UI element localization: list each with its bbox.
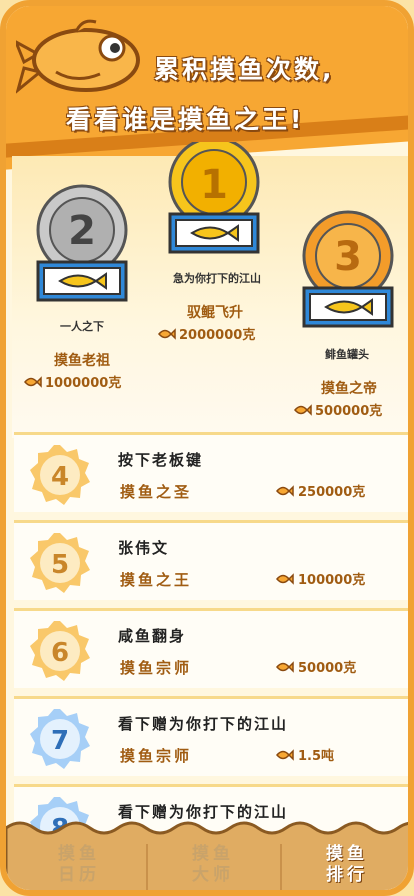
rank-badge-icon: 4	[30, 445, 90, 505]
podium-1-name: 急为你打下的江山	[173, 272, 261, 285]
podium-section: 2 1 3 一人之下 摸鱼老祖 1000000克 急为你打下的江山 驭鲲飞升 2…	[12, 142, 408, 438]
podium-2-score: 1000000克	[24, 372, 121, 391]
svg-text:6: 6	[51, 638, 69, 668]
svg-text:3: 3	[334, 234, 362, 280]
fish-icon	[276, 572, 294, 585]
list-item-name: 张伟文	[118, 539, 170, 557]
list-item-score: 50000克	[276, 657, 356, 676]
podium-3-score: 500000克	[294, 400, 382, 419]
fish-icon	[158, 327, 176, 340]
list-item-score-value: 1.5吨	[298, 749, 335, 764]
podium-3-score-value: 500000克	[315, 404, 383, 419]
svg-text:5: 5	[51, 550, 69, 580]
gold-medal-icon: 1	[168, 142, 260, 254]
headline-line1: 累积摸鱼次数,	[154, 55, 335, 84]
podium-2-score-value: 1000000克	[45, 376, 122, 391]
svg-text:1: 1	[200, 162, 228, 208]
fish-icon	[24, 375, 42, 388]
list-item-score-value: 100000克	[298, 573, 366, 588]
list-item-score-value: 250000克	[298, 485, 366, 500]
list-item-score: 1.5吨	[276, 745, 334, 764]
list-item-score-value: 50000克	[298, 661, 357, 676]
list-item-title: 摸鱼之王	[120, 571, 193, 589]
fish-icon	[276, 484, 294, 497]
fish-icon	[276, 748, 294, 761]
podium-3-name: 鲱鱼罐头	[325, 348, 369, 361]
list-item-name: 看下赠为你打下的江山	[118, 715, 289, 733]
nav-divider	[146, 844, 148, 890]
list-item[interactable]: 4 按下老板键 摸鱼之圣 250000克	[14, 432, 408, 512]
rank-badge-icon: 6	[30, 621, 90, 681]
silver-medal-icon: 2	[36, 184, 128, 302]
podium-1-score: 2000000克	[158, 324, 255, 343]
podium-2-name: 一人之下	[60, 320, 104, 333]
list-item[interactable]: 6 咸鱼翻身 摸鱼宗师 50000克	[14, 608, 408, 688]
podium-3-title: 摸鱼之帝	[321, 381, 377, 397]
podium-2-title: 摸鱼老祖	[54, 353, 110, 369]
headline-line2: 看看谁是摸鱼之王!	[66, 105, 305, 134]
list-item-title: 摸鱼宗师	[120, 659, 193, 677]
rank-badge-icon: 7	[30, 709, 90, 769]
list-item-name: 按下老板键	[118, 451, 204, 469]
svg-text:4: 4	[51, 462, 69, 492]
nav-tab-master[interactable]: 摸鱼 大师	[158, 844, 268, 886]
svg-text:7: 7	[51, 726, 69, 756]
nav-divider	[280, 844, 282, 890]
list-item-title: 摸鱼之圣	[120, 483, 193, 501]
app-frame: 累积摸鱼次数, 看看谁是摸鱼之王! 2 1 3 一人之下 摸鱼老祖 100000…	[0, 0, 414, 896]
list-item[interactable]: 5 张伟文 摸鱼之王 100000克	[14, 520, 408, 600]
bottom-nav: 摸鱼 日历 摸鱼 大师 摸鱼 排行	[6, 818, 408, 890]
nav-tab-calendar[interactable]: 摸鱼 日历	[24, 844, 134, 886]
fish-logo-icon	[16, 19, 140, 94]
list-item-score: 100000克	[276, 569, 365, 588]
list-item[interactable]: 7 看下赠为你打下的江山 摸鱼宗师 1.5吨	[14, 696, 408, 776]
nav-tab-ranking[interactable]: 摸鱼 排行	[292, 844, 402, 886]
bronze-medal-icon: 3	[302, 210, 394, 328]
podium-1-score-value: 2000000克	[179, 328, 256, 343]
list-item-name: 咸鱼翻身	[118, 627, 187, 645]
podium-1-title: 驭鲲飞升	[187, 305, 243, 321]
rank-badge-icon: 5	[30, 533, 90, 593]
fish-icon	[276, 660, 294, 673]
list-item-title: 摸鱼宗师	[120, 747, 193, 765]
list-item-score: 250000克	[276, 481, 365, 500]
fish-icon	[294, 403, 312, 416]
svg-text:2: 2	[68, 208, 96, 254]
